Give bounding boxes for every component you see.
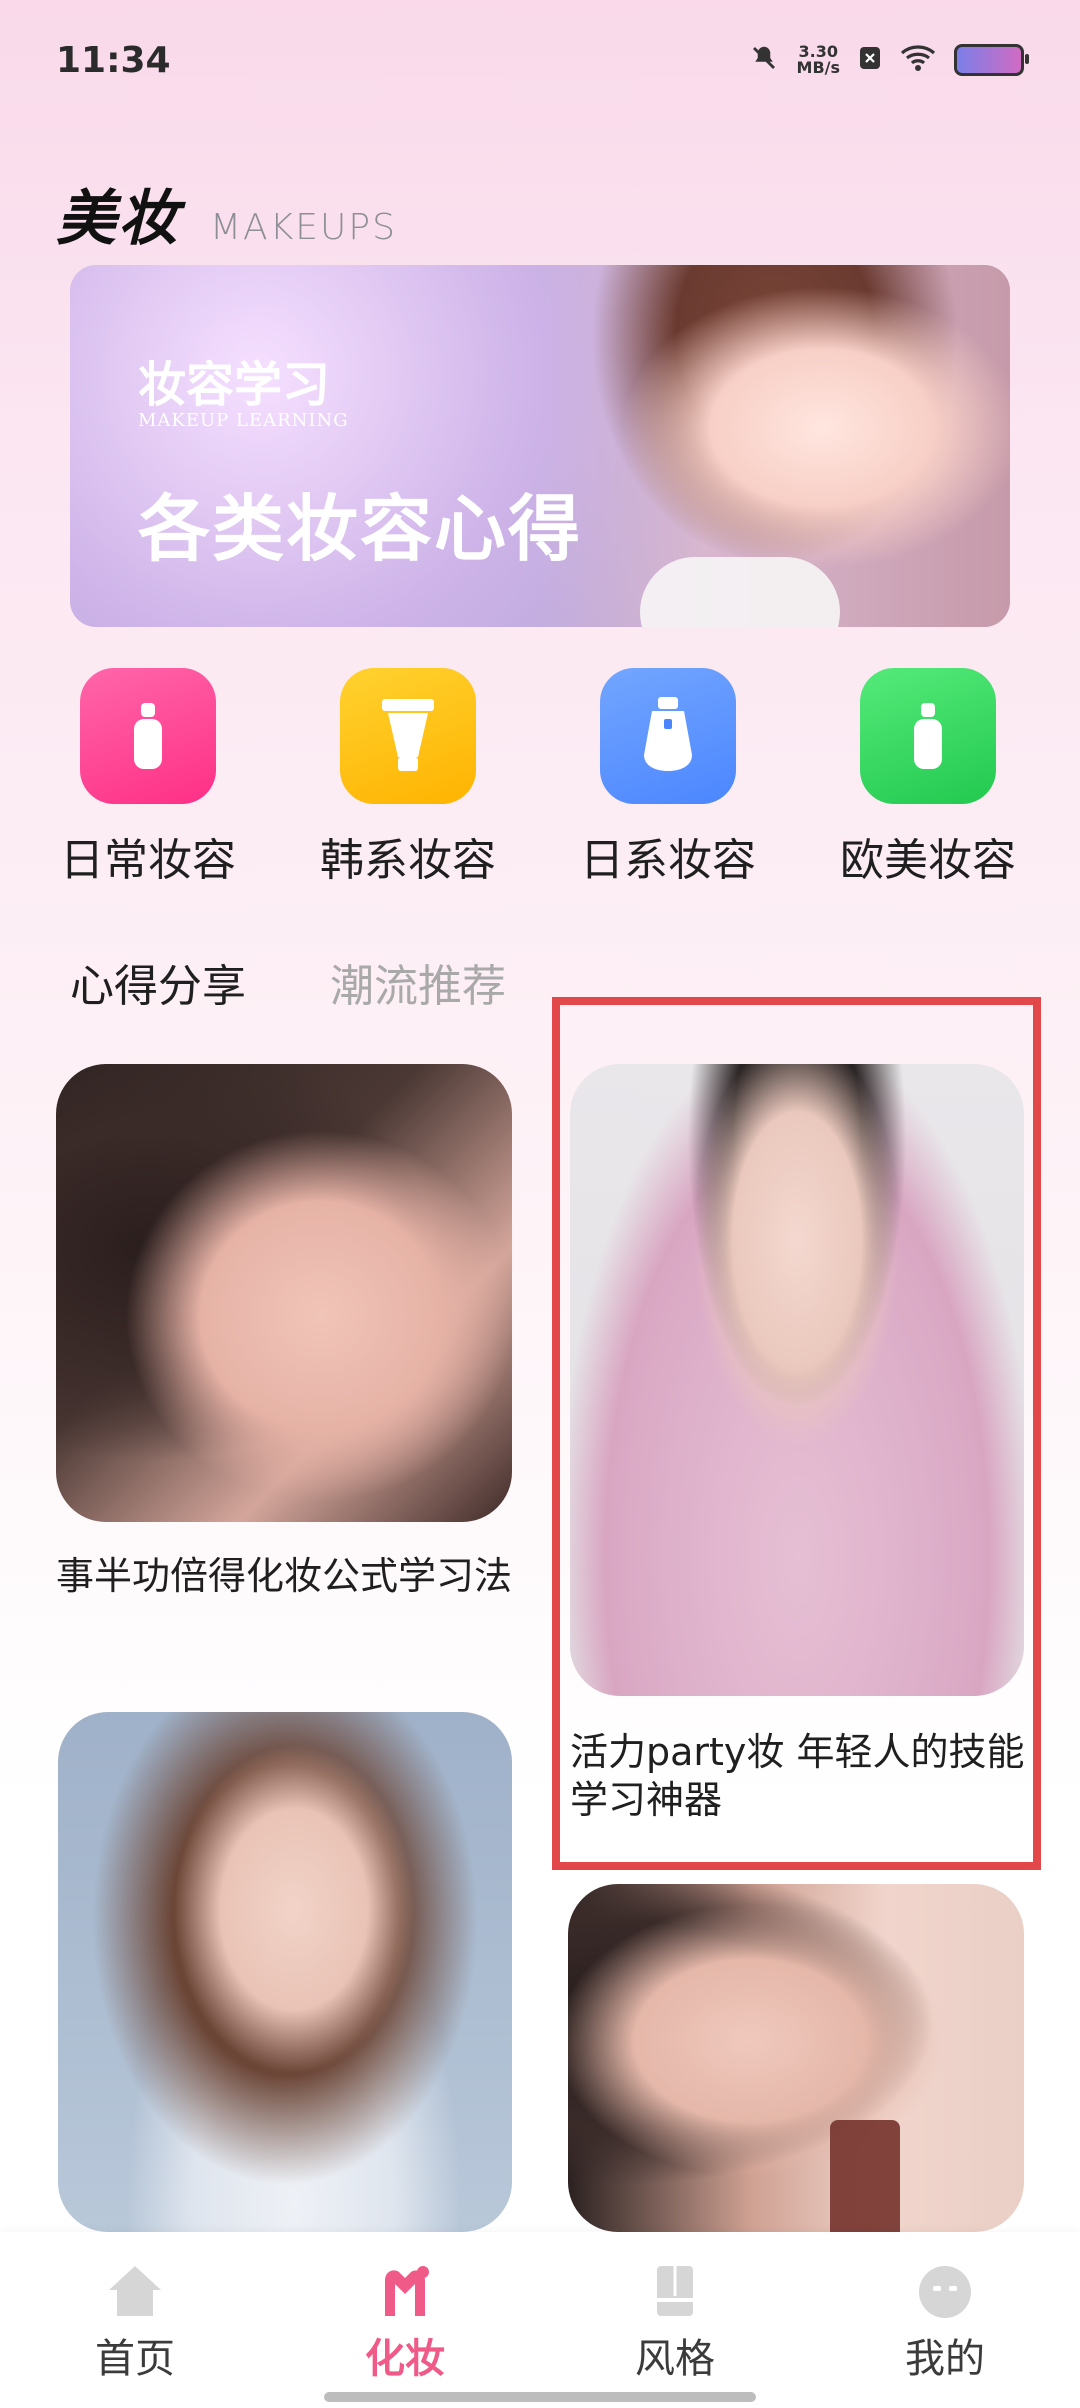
bottom-nav: 首页 化妆 风格 我的 [0, 2232, 1080, 2408]
bottle-icon [80, 668, 216, 804]
feed-image[interactable] [56, 1064, 512, 1522]
profile-icon [915, 2262, 975, 2320]
wifi-icon [900, 44, 936, 76]
category-label: 日系妆容 [580, 835, 756, 886]
feed-image[interactable] [58, 1712, 512, 2232]
banner-headline: 各类妆容心得 [138, 486, 583, 571]
mute-icon [749, 43, 779, 77]
tab-sharing[interactable]: 心得分享 [70, 950, 246, 1014]
nav-style[interactable]: 风格 [540, 2232, 810, 2408]
status-icons: 3.30 MB/s [749, 40, 1029, 80]
lipstick-decoration [830, 2120, 900, 2232]
nav-makeup[interactable]: 化妆 [270, 2232, 540, 2408]
makeup-icon [375, 2262, 435, 2320]
category-label: 韩系妆容 [320, 835, 496, 886]
banner-subtitle: 妆容学习 [138, 357, 331, 413]
sim-off-icon [858, 45, 882, 75]
style-icon [645, 2262, 705, 2320]
nav-label: 首页 [95, 2336, 175, 2382]
bottle-icon [860, 668, 996, 804]
home-indicator[interactable] [324, 2392, 756, 2402]
banner-subtitle-en: MAKEUP LEARNING [138, 410, 349, 431]
status-bar: 11:34 3.30 MB/s [0, 0, 1080, 120]
selection-highlight [552, 997, 1041, 1870]
page-title-cn: 美妆 [56, 184, 180, 254]
category-daily[interactable]: 日常妆容 [38, 668, 258, 888]
category-label: 日常妆容 [60, 835, 236, 886]
network-speed: 3.30 MB/s [796, 42, 840, 77]
nav-label: 风格 [635, 2336, 715, 2382]
nav-label: 我的 [905, 2336, 985, 2382]
category-western[interactable]: 欧美妆容 [818, 668, 1038, 888]
nav-home[interactable]: 首页 [0, 2232, 270, 2408]
feed-image[interactable] [568, 1884, 1024, 2232]
category-label: 欧美妆容 [840, 835, 1016, 886]
feed-title[interactable]: 事半功倍得化妆公式学习法 [56, 1552, 526, 1600]
battery-icon [954, 44, 1029, 76]
nav-profile[interactable]: 我的 [810, 2232, 1080, 2408]
home-icon [105, 2262, 165, 2320]
page-title-en: MAKEUPS [210, 207, 397, 248]
serum-icon [600, 668, 736, 804]
tab-trending[interactable]: 潮流推荐 [330, 950, 506, 1014]
tube-icon [340, 668, 476, 804]
category-korean[interactable]: 韩系妆容 [298, 668, 518, 888]
banner-decoration [640, 557, 840, 627]
page-title: 美妆 MAKEUPS [56, 170, 397, 257]
category-japanese[interactable]: 日系妆容 [558, 668, 778, 888]
nav-label: 化妆 [365, 2336, 445, 2382]
status-time: 11:34 [56, 40, 171, 81]
